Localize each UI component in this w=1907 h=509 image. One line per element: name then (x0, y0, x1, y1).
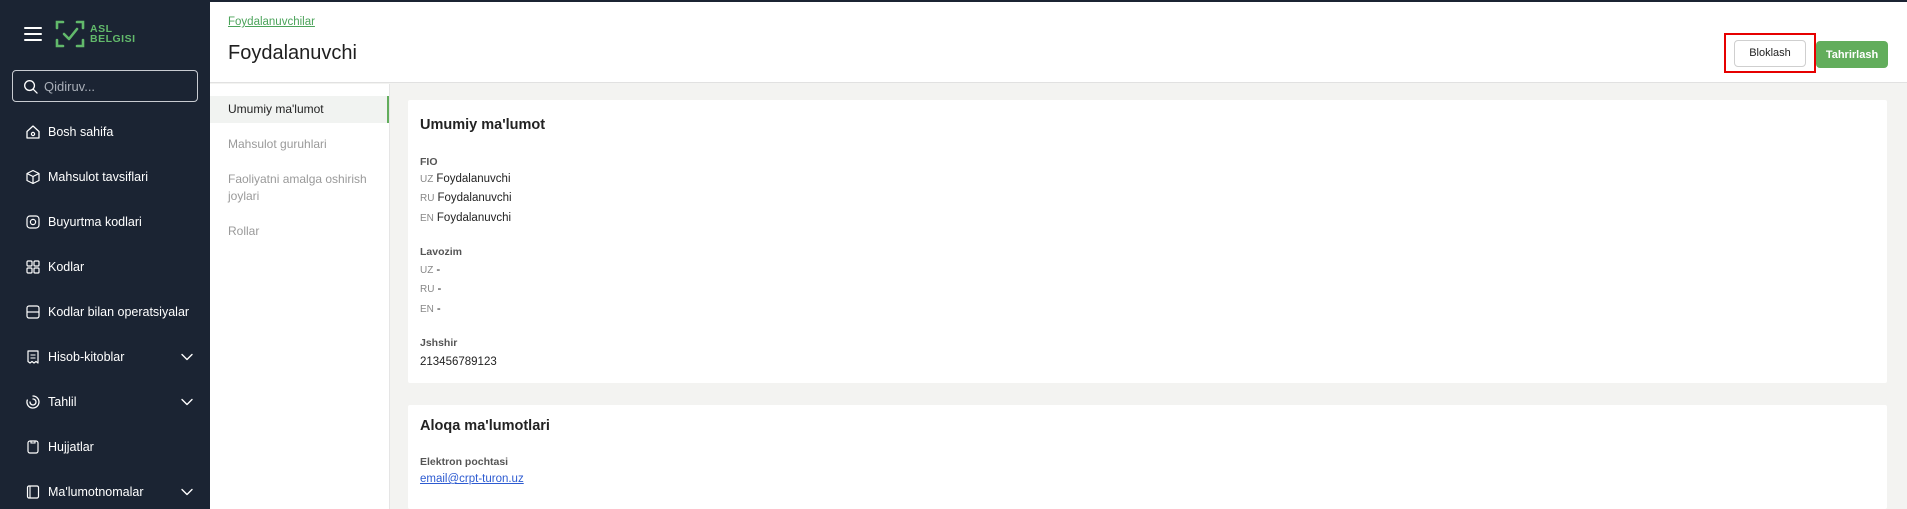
sidebar-header: ASL BELGISI (0, 0, 210, 68)
lang-code: RU (420, 193, 435, 204)
lang-code: EN (420, 304, 434, 315)
lang-code: UZ (420, 174, 434, 185)
home-icon (24, 123, 42, 141)
tab-general-info[interactable]: Umumiy ma'lumot (210, 96, 389, 123)
menu-icon[interactable] (24, 27, 42, 41)
page-title: Foydalanuvchi (228, 42, 357, 64)
position-ru-value: - (437, 283, 442, 295)
search-box[interactable] (12, 70, 198, 102)
email-label: Elektron pochtasi (420, 456, 509, 468)
lang-code: RU (420, 284, 435, 295)
sidebar: ASL BELGISI Bosh sahifa Mahsulot tavsifl… (0, 0, 210, 509)
fio-en-row: EN Foydalanuvchi (420, 212, 511, 224)
position-ru-row: RU - (420, 283, 441, 295)
chevron-down-icon[interactable] (180, 485, 194, 499)
lang-code: EN (420, 213, 434, 224)
tab-roles[interactable]: Rollar (210, 218, 389, 245)
sidebar-item-kodlar[interactable]: Kodlar (0, 244, 210, 289)
book-icon (24, 483, 42, 501)
sidebar-item-kodlar-bilan-operatsiyalar[interactable]: Kodlar bilan operatsiyalar (0, 289, 210, 334)
lang-code: UZ (420, 265, 434, 276)
sidebar-item-label: Kodlar (48, 259, 85, 274)
position-uz-row: UZ - (420, 264, 440, 276)
chevron-down-icon[interactable] (180, 395, 194, 409)
sidebar-item-label: Kodlar bilan operatsiyalar (48, 304, 190, 319)
sidebar-item-label: Hisob-kitoblar (48, 349, 125, 364)
fio-uz-value: Foydalanuvchi (436, 173, 511, 185)
logo-text: ASL BELGISI (90, 24, 136, 45)
box-icon (24, 168, 42, 186)
sidebar-item-label: Buyurtma kodlari (48, 214, 142, 229)
order-codes-icon (24, 213, 42, 231)
sidebar-item-malumotnomalar[interactable]: Ma'lumotnomalar (0, 469, 210, 509)
sidebar-item-tahlil[interactable]: Tahlil (0, 379, 210, 424)
logo-check-icon (55, 20, 85, 48)
codes-icon (24, 258, 42, 276)
general-info-card: Umumiy ma'lumot FIO UZ Foydalanuvchi RU Fo… (408, 100, 1887, 383)
fio-ru-value: Foydalanuvchi (437, 192, 512, 204)
analytics-icon (24, 393, 42, 411)
sidebar-nav: Bosh sahifa Mahsulot tavsiflari Buyurtma… (0, 109, 210, 509)
block-button[interactable]: Bloklash (1734, 39, 1806, 67)
contacts-card: Aloqa ma'lumotlari Elektron pochtasi ema… (408, 405, 1887, 509)
tab-product-groups[interactable]: Mahsulot guruhlari (210, 131, 389, 158)
sidebar-item-mahsulot-tavsiflari[interactable]: Mahsulot tavsiflari (0, 154, 210, 199)
sidebar-item-label: Tahlil (48, 394, 77, 409)
profile-tabs: Umumiy ma'lumot Mahsulot guruhlari Faoli… (210, 84, 390, 509)
sidebar-item-label: Mahsulot tavsiflari (48, 169, 149, 184)
edit-button[interactable]: Tahrirlash (1816, 41, 1888, 68)
position-label: Lavozim (420, 246, 463, 258)
email-link[interactable]: email@crpt-turon.uz (420, 473, 524, 485)
fio-label: FIO (420, 156, 438, 168)
asl-belgisi-logo[interactable]: ASL BELGISI (54, 19, 136, 49)
document-icon (24, 438, 42, 456)
pinfl-label: Jshshir (420, 337, 458, 349)
page-header: Foydalanuvchilar Foydalanuvchi Bloklash … (210, 0, 1907, 83)
search-input[interactable] (44, 78, 194, 94)
sidebar-item-hujjatlar[interactable]: Hujjatlar (0, 424, 210, 469)
sidebar-item-buyurtma-kodlari[interactable]: Buyurtma kodlari (0, 199, 210, 244)
sidebar-item-label: Bosh sahifa (48, 124, 114, 139)
chevron-down-icon[interactable] (180, 350, 194, 364)
fio-en-value: Foydalanuvchi (436, 212, 512, 224)
pinfl-value: 213456789123 (420, 356, 497, 368)
position-en-row: EN - (420, 303, 441, 315)
logo-text-line2: BELGISI (90, 33, 136, 45)
operations-icon (24, 303, 42, 321)
search-icon (24, 79, 38, 94)
position-uz-value: - (436, 264, 441, 276)
tab-activity-locations[interactable]: Faoliyatni amalga oshirish joylari (210, 166, 389, 210)
position-en-value: - (436, 303, 441, 315)
sidebar-item-label: Ma'lumotnomalar (48, 484, 144, 499)
fio-ru-row: RU Foydalanuvchi (420, 192, 512, 204)
sidebar-item-hisob-kitoblar[interactable]: Hisob-kitoblar (0, 334, 210, 379)
fio-uz-row: UZ Foydalanuvchi (420, 173, 511, 185)
receipt-icon (24, 348, 42, 366)
sidebar-item-label: Hujjatlar (48, 439, 94, 454)
sidebar-item-bosh-sahifa[interactable]: Bosh sahifa (0, 109, 210, 154)
breadcrumb-users-link[interactable]: Foydalanuvchilar (228, 16, 315, 28)
contacts-title: Aloqa ma'lumotlari (420, 418, 550, 434)
block-button-highlight: Bloklash (1724, 33, 1816, 73)
general-info-title: Umumiy ma'lumot (420, 117, 546, 133)
